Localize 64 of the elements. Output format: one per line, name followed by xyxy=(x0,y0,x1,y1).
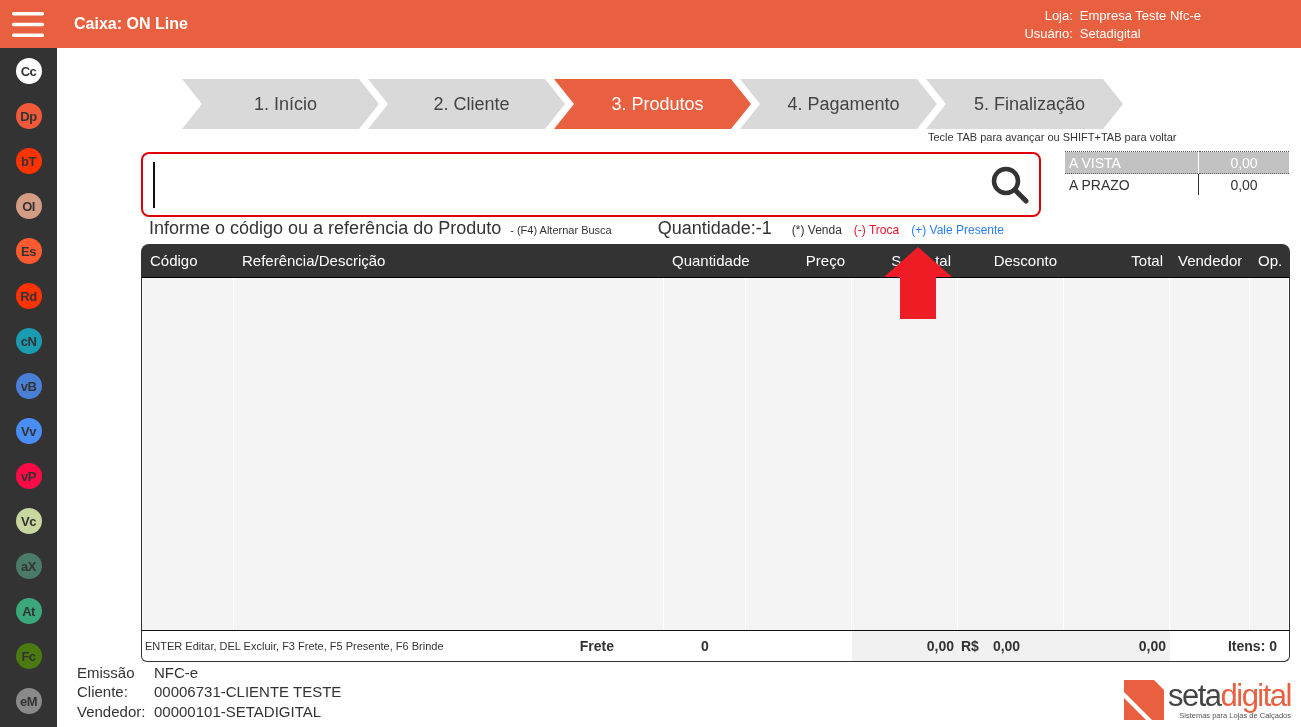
column-header: Preço xyxy=(805,252,845,269)
info-value: NFC-e xyxy=(154,662,200,682)
total-value: 0,00 xyxy=(1138,637,1166,656)
shortcut-button[interactable]: vP xyxy=(15,463,42,489)
search-hint: Informe o código ou a referência do Produto xyxy=(149,218,502,239)
column-header: Total xyxy=(1131,252,1163,269)
shortcut-button[interactable]: Es xyxy=(15,238,42,264)
shortcut-button[interactable]: Rd xyxy=(15,283,42,309)
payment-value: 0,00 xyxy=(1198,173,1289,195)
shortcut-button[interactable]: Dp xyxy=(15,103,42,129)
info-value: Empresa Teste Nfc-e xyxy=(1079,7,1201,23)
column-header: Quantidade xyxy=(672,252,750,269)
info-label: Cliente: xyxy=(77,682,129,702)
payment-label[interactable]: A PRAZO xyxy=(1065,173,1199,195)
column-header: tal xyxy=(935,252,951,269)
info-value: 00006731-CLIENTE TESTE xyxy=(154,682,342,702)
column-header: Desconto xyxy=(993,252,1057,269)
info-value: 00000101-SETADIGITAL xyxy=(154,701,323,721)
logo-text: seta xyxy=(1167,681,1221,711)
discount-value: 0,00 xyxy=(992,637,1021,656)
pointer-arrow xyxy=(884,247,952,319)
shortcut-button[interactable]: bT xyxy=(15,148,42,174)
shortcut-button[interactable]: Vv xyxy=(15,418,42,444)
shortcut-button[interactable]: At xyxy=(15,598,42,624)
logo-icon xyxy=(1123,680,1164,720)
quantity-total: 0 xyxy=(701,637,709,656)
shortcut-button[interactable]: vB xyxy=(15,373,42,399)
shortcut-button[interactable]: Vc xyxy=(15,508,42,534)
column-header: Referência/Descrição xyxy=(242,252,386,269)
shortcut-button[interactable]: Cc xyxy=(15,58,42,84)
legend-label: (*) Venda xyxy=(791,223,842,237)
step-tab[interactable]: 2. Cliente xyxy=(368,79,565,129)
logo-text: digital xyxy=(1220,681,1291,711)
step-tab[interactable]: 5. Finalização xyxy=(926,79,1123,129)
legend-label: (-) Troca xyxy=(853,223,900,237)
shortcut-button[interactable]: aX xyxy=(15,553,42,579)
app-title: Caixa: ON Line xyxy=(74,15,188,33)
shortcut-hint: ENTER Editar, DEL Excluir, F3 Frete, F5 Presente, F6 Brinde xyxy=(145,639,444,654)
shortcut-button[interactable]: Fc xyxy=(15,643,42,669)
info-label: Vendedor: xyxy=(77,701,147,721)
info-label: Emissão xyxy=(77,662,136,682)
step-tab[interactable]: 4. Pagamento xyxy=(740,79,937,129)
column-header: Op. xyxy=(1258,252,1283,269)
quantity-label: Quantidade:-1 xyxy=(657,218,772,239)
navigation-hint: Tecle TAB para avançar ou SHIFT+TAB para voltar xyxy=(928,131,1178,145)
freight-label: Frete xyxy=(579,637,614,656)
info-label: Loja: xyxy=(1043,7,1073,23)
search-mode-hint: - (F4) Alternar Busca xyxy=(510,224,612,236)
step-tab[interactable]: 1. Início xyxy=(182,79,379,129)
legend-label: (+) Vale Presente xyxy=(911,223,1005,237)
search-field[interactable] xyxy=(141,152,1041,217)
items-count: Itens: 0 xyxy=(1228,637,1277,656)
menu-icon[interactable] xyxy=(12,11,44,37)
info-value: Setadigital xyxy=(1079,25,1142,41)
shortcut-button[interactable]: Ol xyxy=(15,193,42,219)
subtotal-value: 0,00 xyxy=(926,637,954,656)
step-tab[interactable]: 3. Produtos xyxy=(554,79,751,129)
column-header: Código xyxy=(150,252,198,269)
info-label: Usuário: xyxy=(1024,25,1073,41)
shortcut-button[interactable]: cN xyxy=(15,328,42,354)
shortcut-button[interactable]: eM xyxy=(15,688,42,714)
currency-label: R$ xyxy=(961,637,979,656)
column-header: Vendedor xyxy=(1178,252,1243,269)
payment-value: 0,00 xyxy=(1198,151,1289,174)
